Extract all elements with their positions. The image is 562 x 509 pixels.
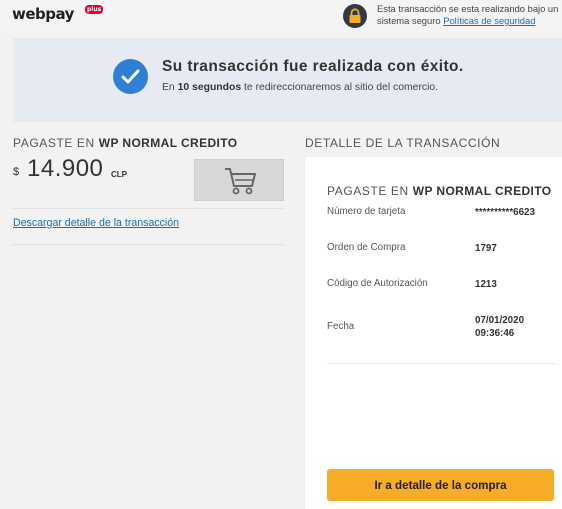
date-value-time: 09:36:46: [475, 328, 515, 339]
security-note: Esta transacción se esta realizando bajo…: [377, 3, 559, 27]
detail-section-title: DETALLE DE LA TRANSACCIÓN: [305, 136, 501, 150]
success-banner: Su transacción fue realizada con éxito. …: [13, 38, 562, 122]
redirect-prefix: En: [162, 82, 175, 93]
logo-plus-badge: plus: [85, 5, 104, 14]
check-circle-icon: [113, 59, 148, 94]
payment-title: PAGASTE EN WP NORMAL CREDITO: [13, 136, 238, 150]
divider: [13, 244, 283, 245]
currency-code: CLP: [111, 170, 127, 179]
divider: [327, 363, 555, 364]
security-policy-link[interactable]: Políticas de seguridad: [443, 15, 535, 26]
lock-icon: [343, 4, 367, 28]
purchase-order-value: 1797: [475, 243, 497, 254]
card-merchant-name: WP NORMAL CREDITO: [412, 184, 552, 198]
success-title: Su transacción fue realizada con éxito.: [162, 58, 464, 75]
header: webpay plus Esta transacción se esta rea…: [0, 0, 562, 34]
date-value: 07/01/2020 09:36:46: [475, 314, 524, 340]
redirect-note: En 10 segundos te redireccionaremos al s…: [162, 82, 438, 93]
currency-symbol: $: [13, 166, 20, 178]
date-value-date: 07/01/2020: [475, 315, 525, 326]
transaction-detail-card: PAGASTE EN WP NORMAL CREDITO Número de t…: [305, 157, 562, 509]
logo-text: webpay: [12, 5, 74, 23]
payment-amount: 14.900: [27, 155, 104, 182]
cart-icon: [194, 159, 284, 201]
go-to-purchase-detail-button[interactable]: Ir a detalle de la compra: [327, 469, 554, 501]
auth-code-value: 1213: [475, 279, 497, 290]
redirect-seconds: 10 segundos: [177, 82, 242, 93]
download-detail-link[interactable]: Descargar detalle de la transacción: [13, 217, 179, 229]
payment-merchant-name: WP NORMAL CREDITO: [98, 136, 238, 150]
purchase-order-label: Orden de Compra: [327, 242, 406, 253]
webpay-logo: webpay plus: [12, 5, 104, 23]
card-number-label: Número de tarjeta: [327, 206, 406, 217]
payment-title-prefix: PAGASTE EN: [13, 136, 95, 150]
auth-code-label: Código de Autorización: [327, 278, 428, 289]
card-number-value: **********6623: [475, 207, 535, 218]
redirect-suffix: te redireccionaremos al sitio del comerc…: [244, 82, 439, 93]
card-title: PAGASTE EN WP NORMAL CREDITO: [327, 184, 552, 198]
card-title-prefix: PAGASTE EN: [327, 184, 409, 198]
date-label: Fecha: [327, 321, 355, 332]
divider: [13, 208, 283, 209]
